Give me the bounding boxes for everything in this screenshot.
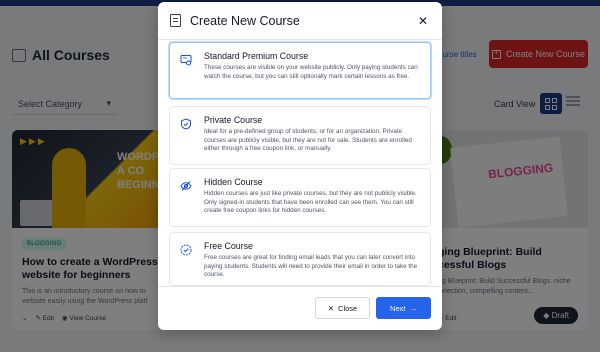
- modal-footer: ✕ Close Next →: [158, 286, 442, 330]
- option-standard-premium-course[interactable]: Standard Premium Course These courses ar…: [169, 42, 431, 99]
- arrow-right-icon: →: [409, 303, 417, 313]
- option-title: Free Course: [204, 241, 253, 251]
- document-icon: [170, 14, 181, 27]
- option-title: Hidden Course: [204, 177, 263, 187]
- option-title: Private Course: [204, 115, 263, 125]
- option-description: These courses are visible on your websit…: [204, 64, 418, 80]
- next-button[interactable]: Next →: [376, 297, 431, 319]
- modal-header: Create New Course ✕: [158, 2, 442, 40]
- option-description: Free courses are great for finding email…: [204, 254, 418, 279]
- next-button-label: Next: [390, 303, 406, 313]
- option-private-course[interactable]: Private Course Ideal for a pre-defined g…: [169, 106, 431, 165]
- option-description: Ideal for a pre-defined group of student…: [204, 128, 412, 153]
- check-circle-icon: [180, 244, 192, 256]
- close-button-label: Close: [338, 303, 358, 313]
- close-button[interactable]: ✕ Close: [315, 297, 370, 319]
- premium-course-icon: [180, 55, 192, 66]
- option-hidden-course[interactable]: Hidden Course Hidden courses are just li…: [169, 168, 431, 227]
- create-course-modal: Create New Course ✕ Standard Premium Cou…: [158, 2, 442, 330]
- close-icon[interactable]: ✕: [416, 14, 430, 28]
- close-icon: ✕: [327, 303, 335, 313]
- option-description: Hidden courses are just like private cou…: [204, 190, 417, 215]
- option-title: Standard Premium Course: [204, 51, 309, 61]
- option-free-course[interactable]: Free Course Free courses are great for f…: [169, 232, 431, 286]
- shield-icon: [181, 118, 191, 130]
- eye-slash-icon: [180, 181, 192, 191]
- modal-title: Create New Course: [190, 13, 300, 28]
